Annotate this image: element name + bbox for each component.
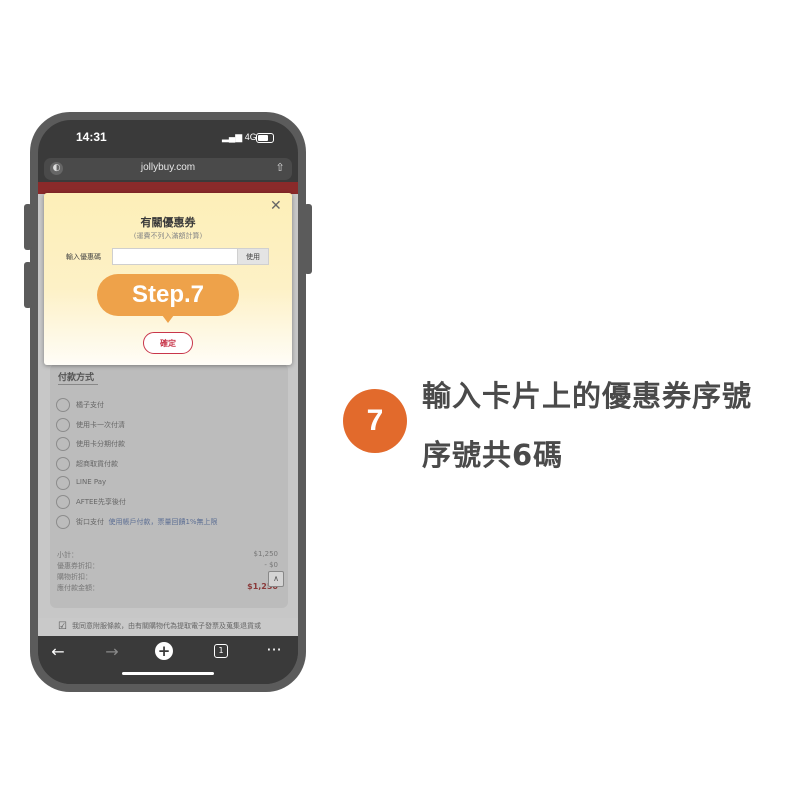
radio-button[interactable]: [56, 495, 70, 509]
browser-toolbar: ← → + 1 ···: [38, 636, 298, 684]
summary-label: 優惠券折扣：: [57, 562, 99, 570]
summary-label: 小計：: [57, 551, 78, 559]
payment-option-label: LINE Pay: [76, 478, 107, 486]
modal-subtitle: (運費不列入滿額計算): [133, 232, 203, 240]
payment-option[interactable]: AFTEE先享後付: [56, 495, 286, 511]
modal-title: 有關優惠券: [140, 216, 196, 229]
payment-option-label: 使用卡分期付款: [76, 440, 125, 448]
payment-option[interactable]: 街口支付 使用帳戶付款，票量回饋1%無上限: [56, 515, 286, 531]
agreement-row[interactable]: ☑ 我同意附服條款，由有關購物代為提取電子發票及蒐集退貨或: [38, 618, 298, 636]
payment-option[interactable]: 橘子支付: [56, 398, 286, 414]
payment-option-label: 超商取貨付款: [76, 460, 118, 468]
summary-label: 購物折扣：: [57, 573, 92, 581]
use-coupon-button[interactable]: 使用: [237, 248, 269, 265]
instruction-line-2: 序號共6碼: [422, 438, 564, 472]
step-label-pill: Step.7: [97, 274, 239, 316]
payment-option[interactable]: 超商取貨付款: [56, 457, 286, 473]
instruction-line-1: 輸入卡片上的優惠券序號: [422, 379, 753, 413]
divider: [58, 384, 98, 385]
payment-option-label: 使用卡一次付清: [76, 421, 125, 429]
payment-option[interactable]: 使用卡分期付款: [56, 437, 286, 453]
radio-button[interactable]: [56, 515, 70, 529]
payment-option-name: 街口支付: [76, 518, 104, 526]
share-icon[interactable]: ⇧: [274, 161, 286, 175]
coupon-modal: ✕ 有關優惠券 (運費不列入滿額計算) 輸入優惠碼 使用 Step.7 確定: [44, 193, 292, 365]
new-tab-plus-icon[interactable]: +: [155, 642, 173, 660]
phone-side-button: [24, 204, 32, 250]
step-number-badge: 7: [343, 389, 407, 453]
payment-option[interactable]: LINE Pay: [56, 476, 286, 492]
agreement-text: 我同意附服條款，由有關購物代為提取電子發票及蒐集退貨或: [72, 622, 261, 630]
status-bar: 14:31 ▂▄▆ 4G: [38, 120, 298, 156]
payment-option-label: 街口支付 使用帳戶付款，票量回饋1%無上限: [76, 517, 218, 527]
status-time: 14:31: [76, 130, 107, 144]
network-type: 4G: [244, 132, 257, 142]
more-icon[interactable]: ···: [262, 640, 286, 659]
phone-side-button: [24, 262, 32, 308]
coupon-code-input[interactable]: [112, 248, 238, 265]
payment-option-label: 橘子支付: [76, 401, 104, 409]
confirm-button[interactable]: 確定: [143, 332, 193, 354]
scroll-top-button[interactable]: ∧: [268, 571, 284, 587]
radio-button[interactable]: [56, 476, 70, 490]
back-arrow-icon[interactable]: ←: [46, 642, 70, 661]
close-icon[interactable]: ✕: [270, 198, 282, 214]
signal-icon: ▂▄▆ 4G: [222, 132, 257, 142]
battery-icon: [256, 133, 274, 143]
payment-promo-link[interactable]: 使用帳戶付款，票量回饋1%無上限: [108, 518, 217, 526]
payment-option-label: AFTEE先享後付: [76, 498, 126, 506]
payment-card: 付款方式 橘子支付 使用卡一次付清 使用卡分期付款 超商取貨付款 LINE Pa…: [50, 364, 288, 608]
radio-button[interactable]: [56, 398, 70, 412]
home-indicator[interactable]: [122, 672, 214, 675]
radio-button[interactable]: [56, 418, 70, 432]
checkbox-icon[interactable]: ☑: [58, 621, 67, 632]
step-pill-pointer: [162, 315, 174, 323]
summary-value: - $0: [264, 561, 278, 569]
address-bar[interactable]: ◐ jollybuy.com ⇧: [44, 158, 292, 180]
payment-section-title: 付款方式: [58, 373, 95, 383]
summary-label: 應付款金額：: [57, 584, 99, 592]
tabs-icon[interactable]: 1: [214, 644, 228, 658]
summary-value: $1,250: [253, 550, 279, 558]
coupon-code-label: 輸入優惠碼: [66, 253, 101, 261]
radio-button[interactable]: [56, 437, 70, 451]
payment-option[interactable]: 使用卡一次付清: [56, 418, 286, 434]
phone-side-button: [304, 204, 312, 274]
forward-arrow-icon[interactable]: →: [100, 642, 124, 661]
url-text[interactable]: jollybuy.com: [44, 162, 292, 173]
radio-button[interactable]: [56, 457, 70, 471]
